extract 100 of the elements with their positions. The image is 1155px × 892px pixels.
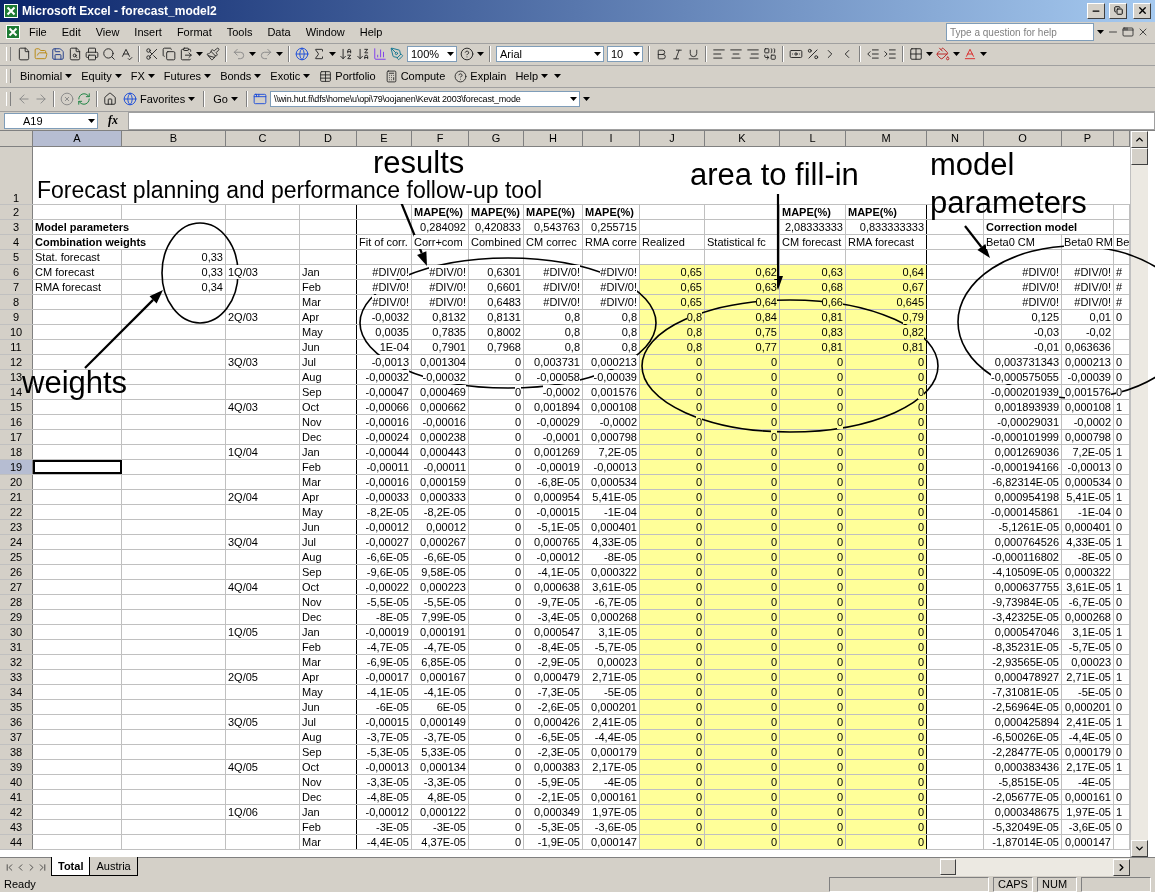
- menu-button[interactable]: Help: [512, 69, 551, 84]
- borders-icon[interactable]: [909, 47, 923, 62]
- hyperlink-icon[interactable]: [295, 47, 309, 62]
- caret-icon[interactable]: [329, 52, 336, 57]
- italic-icon[interactable]: [671, 47, 684, 61]
- portfolio-button[interactable]: Portfolio: [316, 68, 379, 84]
- column-header[interactable]: C: [226, 130, 300, 146]
- merge-icon[interactable]: [763, 47, 777, 62]
- scroll-thumb[interactable]: [940, 859, 956, 876]
- menu-item[interactable]: Window: [299, 25, 351, 40]
- calculator-icon[interactable]: [384, 69, 398, 83]
- refresh-icon[interactable]: [77, 92, 91, 107]
- spelling-icon[interactable]: [119, 47, 133, 62]
- caret-icon[interactable]: [447, 52, 454, 57]
- chart-icon[interactable]: [373, 47, 387, 62]
- zoom-field[interactable]: 100%: [407, 46, 457, 63]
- permission-icon[interactable]: [68, 47, 82, 62]
- column-header[interactable]: E: [357, 130, 412, 146]
- menu-item[interactable]: File: [23, 25, 53, 40]
- percent-icon[interactable]: [806, 47, 820, 62]
- font-field[interactable]: Arial: [496, 46, 604, 63]
- row-header[interactable]: 1: [0, 146, 33, 204]
- align-center-icon[interactable]: [729, 47, 743, 62]
- paste-icon[interactable]: [179, 47, 193, 62]
- caret-icon[interactable]: [65, 74, 73, 79]
- favorites-button[interactable]: Favorites: [120, 91, 199, 108]
- caret-icon[interactable]: [303, 74, 311, 79]
- help-icon[interactable]: [460, 47, 474, 62]
- menu-button[interactable]: Bonds: [217, 69, 265, 84]
- select-all-corner[interactable]: [0, 130, 33, 146]
- menu-item[interactable]: Tools: [220, 25, 259, 40]
- last-sheet-icon[interactable]: [37, 861, 48, 873]
- drawing-icon[interactable]: [390, 47, 404, 62]
- column-header[interactable]: N: [927, 130, 984, 146]
- column-header[interactable]: K: [705, 130, 780, 146]
- column-header[interactable]: M: [846, 130, 927, 146]
- help-search-field[interactable]: Type a question for help: [946, 23, 1094, 42]
- caret-icon[interactable]: [147, 74, 155, 79]
- vertical-scrollbar[interactable]: [1130, 130, 1148, 858]
- caret-icon[interactable]: [204, 74, 212, 79]
- menu-button[interactable]: Binomial: [17, 69, 76, 84]
- caret-icon[interactable]: [926, 52, 933, 57]
- insert-function-button[interactable]: fx: [108, 113, 118, 129]
- menu-item[interactable]: Edit: [55, 25, 87, 40]
- column-header[interactable]: G: [469, 130, 524, 146]
- name-box[interactable]: A19: [4, 112, 98, 129]
- restore-button[interactable]: [1109, 2, 1127, 19]
- menu-item[interactable]: Data: [261, 25, 297, 40]
- first-sheet-icon[interactable]: [4, 861, 15, 873]
- scroll-right-icon[interactable]: [1116, 861, 1127, 873]
- caret-icon[interactable]: [477, 52, 484, 57]
- caret-icon[interactable]: [114, 74, 122, 79]
- increase-indent-icon[interactable]: [883, 47, 897, 62]
- menu-button[interactable]: FX: [127, 69, 158, 84]
- column-header[interactable]: A: [33, 130, 122, 146]
- address-field[interactable]: \\win.hut.fi\dfs\home\u\opi\79\oojanen\Kevät 2003\forecast_mode: [269, 91, 580, 108]
- caret-icon[interactable]: [196, 52, 203, 57]
- table-icon[interactable]: [319, 69, 333, 83]
- caret-icon[interactable]: [953, 52, 960, 57]
- caret-icon[interactable]: [254, 74, 262, 79]
- horizontal-scrollbar[interactable]: [940, 858, 1130, 877]
- column-header[interactable]: B: [122, 130, 226, 146]
- menu-button[interactable]: Exotic: [267, 69, 314, 84]
- menu-button[interactable]: Equity: [78, 69, 125, 84]
- column-header[interactable]: D: [300, 130, 357, 146]
- decrease-indent-icon[interactable]: [866, 47, 880, 62]
- caret-icon[interactable]: [249, 52, 256, 57]
- print-preview-icon[interactable]: [102, 47, 116, 62]
- bold-icon[interactable]: [655, 47, 668, 61]
- column-header[interactable]: F: [412, 130, 469, 146]
- caret-icon[interactable]: [594, 52, 601, 57]
- caret-icon[interactable]: [188, 97, 196, 102]
- align-right-icon[interactable]: [746, 47, 760, 62]
- compute-button[interactable]: Compute: [381, 68, 449, 84]
- restore-icon[interactable]: [1113, 6, 1123, 16]
- sort-descending-icon[interactable]: [356, 47, 370, 62]
- caret-icon[interactable]: [88, 118, 95, 123]
- caret-icon[interactable]: [230, 97, 238, 102]
- autosum-icon[interactable]: [312, 47, 326, 62]
- column-header[interactable]: H: [524, 130, 583, 146]
- caret-icon[interactable]: [1097, 30, 1104, 35]
- copy-icon[interactable]: [162, 47, 176, 62]
- minimize-button[interactable]: [1087, 2, 1105, 19]
- font-color-icon[interactable]: [963, 47, 977, 62]
- column-header[interactable]: P: [1062, 130, 1114, 146]
- menu-item[interactable]: View: [89, 25, 126, 40]
- menu-item[interactable]: Insert: [128, 25, 168, 40]
- home-icon[interactable]: [103, 92, 117, 107]
- cut-icon[interactable]: [145, 47, 159, 62]
- help-icon[interactable]: [454, 69, 468, 83]
- caret-icon[interactable]: [276, 52, 283, 57]
- column-header[interactable]: J: [640, 130, 705, 146]
- restore-icon[interactable]: [1122, 26, 1134, 39]
- underline-icon[interactable]: [687, 47, 700, 61]
- active-cell[interactable]: [33, 459, 122, 474]
- web-toolbar-icon[interactable]: [252, 92, 267, 107]
- format-painter-icon[interactable]: [206, 47, 220, 62]
- explain-button[interactable]: Explain: [451, 68, 510, 84]
- go-button[interactable]: Go: [210, 92, 241, 107]
- fill-color-icon[interactable]: [936, 47, 950, 62]
